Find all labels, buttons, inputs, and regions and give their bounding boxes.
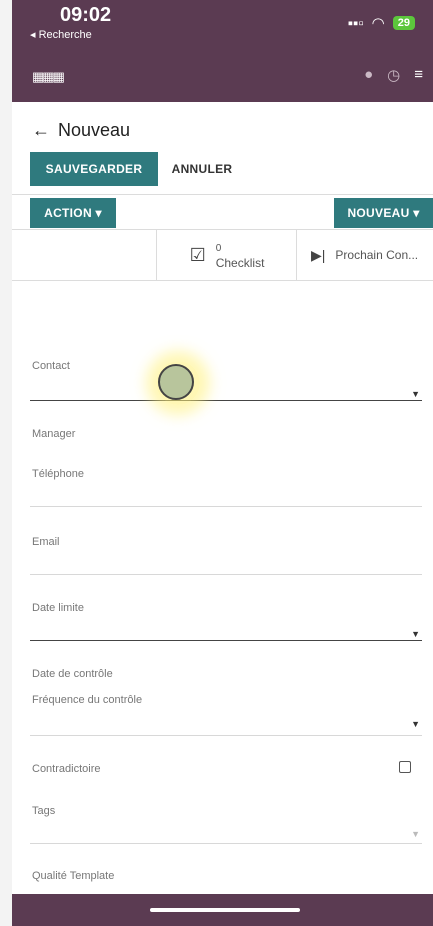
smart-buttons-row: ☑ 0 Checklist ▶| Prochain Con... [12, 230, 433, 281]
tags-input[interactable] [30, 843, 422, 844]
tags-dropdown-icon[interactable]: ▼ [411, 829, 420, 839]
contradictory-label: Contradictoire [32, 763, 101, 775]
email-label: Email [32, 536, 60, 548]
toolbar-divider [12, 194, 433, 195]
phone-label: Téléphone [32, 468, 84, 480]
action-dropdown-button[interactable]: ACTION ▾ [30, 198, 116, 228]
checklist-count: 0 [215, 243, 222, 254]
control-date-label: Date de contrôle [32, 668, 113, 680]
bottom-bar [12, 894, 433, 926]
frequency-select[interactable] [30, 735, 422, 736]
home-indicator[interactable] [150, 908, 300, 912]
page-title: Nouveau [58, 120, 131, 140]
deadline-input[interactable] [30, 640, 422, 641]
checklist-label: Checklist [215, 256, 265, 270]
contact-label: Contact [32, 360, 70, 372]
checklist-icon: ☑ [189, 244, 206, 265]
next-control-smart-button[interactable]: ▶| Prochain Con... [296, 230, 433, 280]
deadline-dropdown-icon[interactable]: ▼ [411, 629, 420, 639]
contact-dropdown-icon[interactable]: ▼ [411, 389, 420, 399]
hamburger-menu-icon[interactable]: ≡ [414, 66, 423, 84]
template-label: Qualité Template [32, 870, 115, 882]
back-to-app-link[interactable]: ◂ Recherche [30, 28, 92, 41]
cancel-button[interactable]: ANNULER [166, 152, 238, 186]
status-bar: 09:02 ◂ Recherche ▪▪▫ ◠ 29 [12, 0, 433, 50]
phone-input[interactable] [30, 506, 422, 507]
apps-menu-icon[interactable]: ▦▦▦ [32, 69, 65, 85]
phone-screen: 09:02 ◂ Recherche ▪▪▫ ◠ 29 ▦▦▦ ● ◷ ≡ ← N… [12, 0, 433, 926]
checklist-smart-button[interactable]: ☑ 0 Checklist [156, 230, 297, 280]
chat-icon[interactable]: ● [364, 66, 373, 84]
status-time: 09:02 [60, 4, 112, 26]
manager-label: Manager [32, 428, 76, 440]
contradictory-checkbox[interactable] [399, 761, 411, 773]
breadcrumb: ← Nouveau [32, 120, 130, 141]
next-control-label: Prochain Con... [335, 248, 419, 262]
back-arrow-icon[interactable]: ← [32, 120, 50, 141]
nav-icons: ● ◷ ≡ [364, 66, 423, 84]
new-dropdown-button[interactable]: NOUVEAU ▾ [334, 198, 433, 228]
contact-select[interactable] [30, 400, 422, 401]
email-input[interactable] [30, 574, 422, 575]
tags-label: Tags [32, 805, 56, 817]
tap-indicator [158, 364, 194, 400]
frequency-dropdown-icon[interactable]: ▼ [411, 719, 420, 729]
deadline-label: Date limite [32, 602, 84, 614]
frequency-label: Fréquence du contrôle [32, 694, 143, 706]
battery-icon: 29 [392, 16, 415, 30]
wifi-icon: ◠ [371, 15, 385, 32]
signal-icon: ▪▪▫ [347, 14, 364, 32]
clock-icon[interactable]: ◷ [387, 66, 400, 84]
status-icons: ▪▪▫ ◠ 29 [348, 14, 415, 32]
next-icon: ▶| [311, 246, 326, 263]
save-button[interactable]: SAUVEGARDER [30, 152, 158, 186]
top-navbar: ▦▦▦ ● ◷ ≡ [12, 50, 433, 102]
